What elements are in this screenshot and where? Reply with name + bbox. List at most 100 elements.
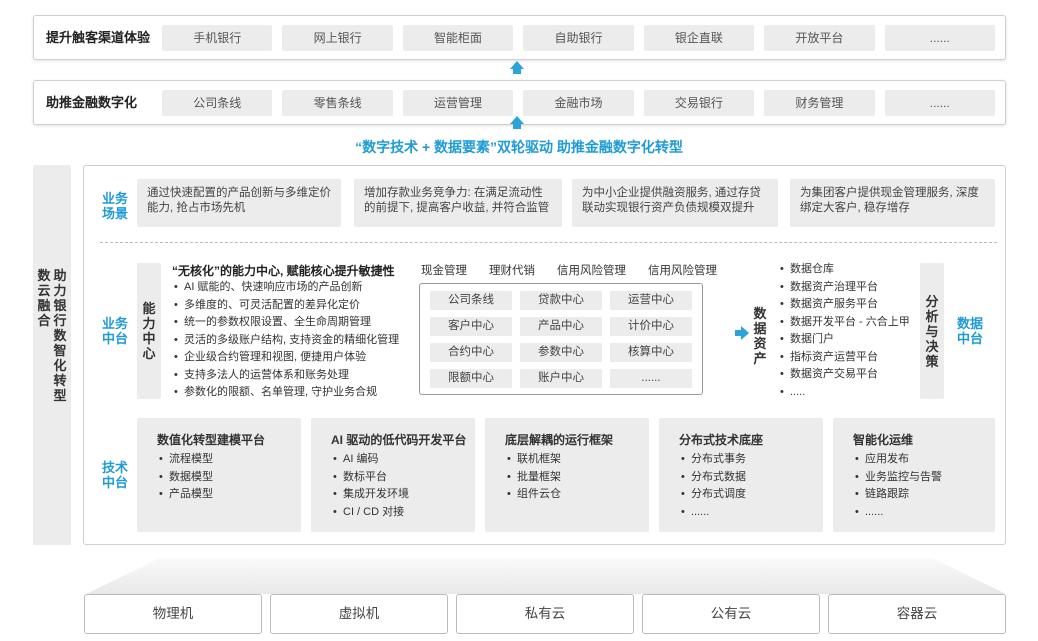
tech-card: 数值化转型建模平台 流程模型 数据模型 产品模型 [137,418,301,532]
finance-item: 运营管理 [402,90,514,116]
side-title-bar: 数 云 融 合 助 力 银 行 数 智 化 转 型 [33,165,71,545]
center-cell: 限额中心 [430,369,512,388]
tech-point: 链路跟踪 [853,486,942,504]
side-char: 智 [53,343,67,358]
capability-point: AI 赋能的、快速响应市场的产品创新 [172,279,399,297]
center-cell: 参数中心 [520,343,602,362]
asset-char: 数 [753,306,767,321]
finance-items: 公司条线 零售条线 运营管理 金融市场 交易银行 财务管理 ...... [162,90,995,116]
data-point: 数据资产交易平台 [778,366,910,384]
capability-point: 企业级合约管理和视图, 便捷用户体验 [172,349,399,367]
channel-item: 银企直联 [643,25,755,51]
scene-text: 的前提下, 提高客户收益, 并符合监管 [364,202,550,214]
side-char: 助 [53,268,67,283]
infra-item: 容器云 [828,594,1006,634]
data-center-line: 数据 [956,316,983,331]
data-point: 数据开发平台 - 六合上甲 [778,314,910,332]
cap-char: 心 [142,346,156,361]
tech-point: 业务监控与告警 [853,469,942,487]
tech-point: 分布式调度 [679,486,746,504]
channel-item: 智能柜面 [402,25,514,51]
center-cell: ...... [610,369,692,388]
tech-card-points: 分布式事务 分布式数据 分布式调度 ...... [679,451,746,521]
tech-card-title: 数值化转型建模平台 [157,433,266,447]
side-title-2: 助 力 银 行 数 智 化 转 型 [53,268,67,403]
slogan: “数字技术 + 数据要素”双轮驱动 助推金融数字化转型 [355,139,683,155]
data-point: 数据门户 [778,331,910,349]
side-char: 银 [53,298,67,313]
channel-items: 手机银行 网上银行 智能柜面 自助银行 银企直联 开放平台 ...... [162,25,995,51]
tech-point: 联机框架 [505,451,561,469]
scene-card: 为中小企业提供融资服务, 通过存贷 联动实现银行资产负债规模双提升 [572,179,778,227]
infra-item: 私有云 [456,594,634,634]
finance-band-title: 助推金融数字化 [46,95,138,110]
business-label: 业务 中台 [100,316,130,346]
tech-card: AI 驱动的低代码开发平台 AI 编码 数标平台 集成开发环境 CI / CD … [311,418,475,532]
finance-item: 零售条线 [282,90,393,116]
scene-text: 增加存款业务竞争力: 在满足流动性 [364,187,543,199]
mgmt-item: 理财代销 [489,265,535,277]
tech-point: 组件云仓 [505,486,561,504]
analysis-bar: 分 析 与 决 策 [920,263,944,399]
side-char: 力 [53,283,67,298]
scene-card: 为集团客户提供现金管理服务, 深度 绑定大客户, 稳存增存 [790,179,995,227]
tech-card-title: 底层解耦的运行框架 [505,433,614,447]
side-char: 化 [53,358,67,373]
side-title-1: 数 云 融 合 [37,268,51,328]
tech-point: AI 编码 [331,451,409,469]
cap-char: 中 [142,331,156,346]
channel-band: 提升触客渠道体验 手机银行 网上银行 智能柜面 自助银行 银企直联 开放平台 .… [33,15,1006,60]
channel-item: 自助银行 [523,25,634,51]
center-cell: 产品中心 [520,317,602,336]
tech-card-points: 流程模型 数据模型 产品模型 [157,451,213,504]
finance-item: 公司条线 [162,90,273,116]
infra-item: 公有云 [642,594,820,634]
analysis-char: 分 [925,294,939,309]
capability-point: 参数化的限额、名单管理, 守护业务合规 [172,384,399,402]
capability-point: 统一的参数权限设置、全生命周期管理 [172,314,399,332]
capability-center-label: 能 力 中 心 [142,301,156,361]
scene-text: 为中小企业提供融资服务, 通过存贷 [582,187,761,199]
right-arrow-icon [735,326,749,340]
tech-point: 产品模型 [157,486,213,504]
data-point: 数据资产治理平台 [778,279,910,297]
tech-card-points: AI 编码 数标平台 集成开发环境 CI / CD 对接 [331,451,409,521]
scene-label-line: 业务 [101,191,128,206]
center-cell: 公司条线 [430,291,512,310]
finance-item: 财务管理 [764,90,875,116]
side-char: 数 [37,268,51,283]
finance-item: 金融市场 [523,90,634,116]
cap-char: 能 [142,301,156,316]
side-char: 行 [53,313,67,328]
data-point: 指标资产运营平台 [778,349,910,367]
side-char: 合 [37,313,51,328]
side-char: 融 [37,298,51,313]
channel-item: 网上银行 [282,25,393,51]
channel-item: 开放平台 [764,25,875,51]
tech-point: 流程模型 [157,451,213,469]
infra-platform-shape [86,558,1006,594]
channel-band-title: 提升触客渠道体验 [46,30,151,45]
center-cell: 账户中心 [520,369,602,388]
tech-point: 数标平台 [331,469,409,487]
tech-label-line: 中台 [101,475,128,490]
scene-card: 增加存款业务竞争力: 在满足流动性 的前提下, 提高客户收益, 并符合监管 [354,179,562,227]
cap-char: 力 [142,316,156,331]
analysis-char: 策 [925,354,939,369]
finance-item: ...... [884,90,995,116]
tech-card-title: 分布式技术底座 [679,433,764,447]
tech-label-line: 技术 [101,460,128,475]
capability-title: “无核化”的能力中心, 赋能核心提升敏捷性 [172,264,395,278]
infra-item: 虚拟机 [270,594,448,634]
data-point: 数据资产服务平台 [778,296,910,314]
channel-item: 手机银行 [162,25,273,51]
side-char: 型 [53,388,67,403]
tech-point: ...... [679,504,746,522]
center-cell: 运营中心 [610,291,692,310]
center-grid: 公司条线 贷款中心 运营中心 客户中心 产品中心 计价中心 合约中心 参数中心 … [419,283,703,395]
tech-point: 集成开发环境 [331,486,409,504]
data-center-line: 中台 [956,331,983,346]
scene-text: 能力, 抢占市场先机 [147,202,246,214]
scene-label-line: 场景 [101,206,128,221]
capability-points: AI 赋能的、快速响应市场的产品创新 多维度的、可灵活配置的差异化定价 统一的参… [172,279,399,402]
